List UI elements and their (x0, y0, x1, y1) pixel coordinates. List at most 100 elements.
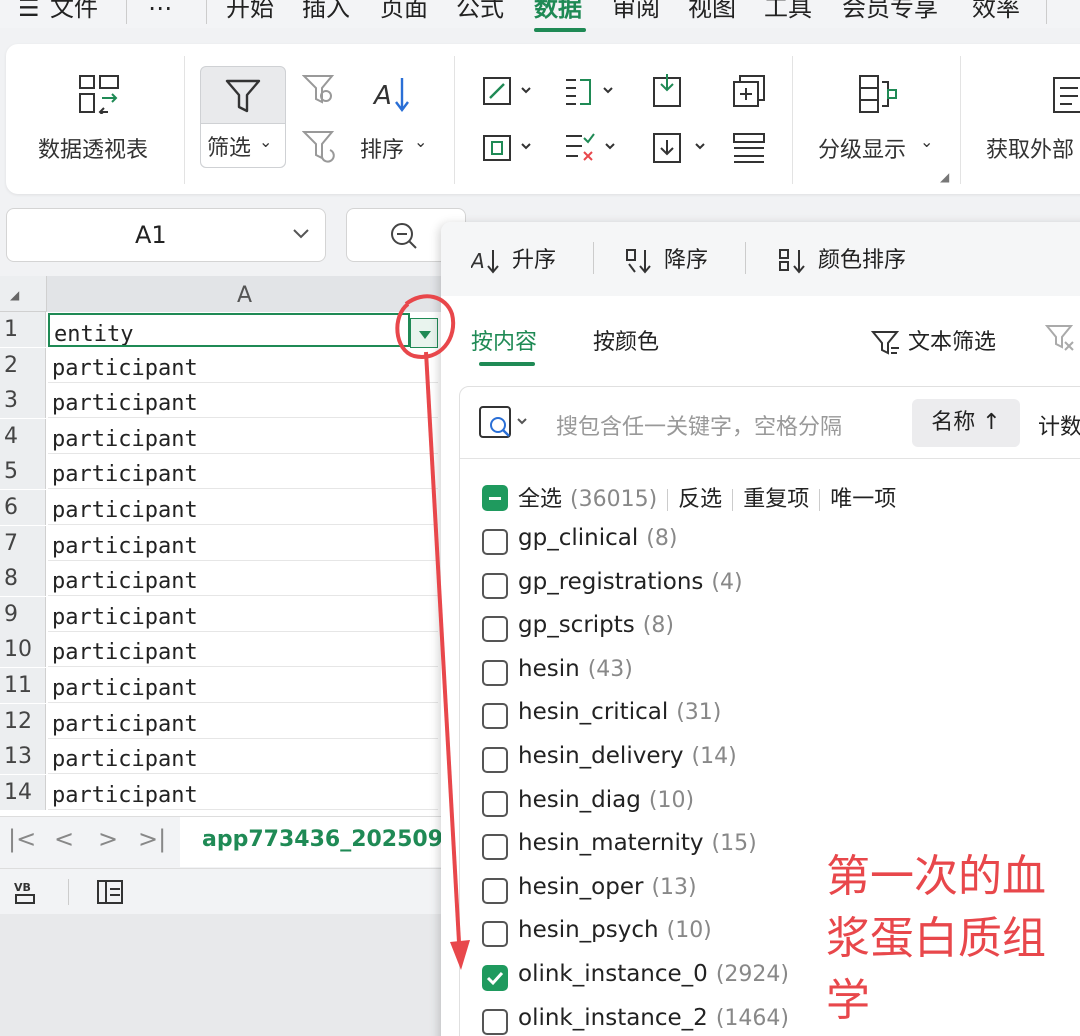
menu-page[interactable]: 页面 (380, 0, 428, 26)
name-box[interactable]: A1 (6, 208, 326, 262)
filter-value-checkbox[interactable] (482, 529, 508, 555)
search-icon[interactable] (478, 403, 534, 443)
name-sort-button[interactable]: 名称 ↑ (912, 399, 1020, 447)
filter-value-checkbox[interactable] (482, 703, 508, 730)
menu-member[interactable]: 会员专享 (842, 0, 938, 26)
grid-cell[interactable]: participant (48, 420, 438, 454)
sort-ascending-button[interactable]: A 升序 (469, 242, 556, 276)
row-number[interactable]: 12 (0, 703, 46, 739)
count-sort-button[interactable]: 计数 (1038, 409, 1080, 441)
filter-value-checkbox[interactable] (482, 572, 508, 599)
filter-value-checkbox[interactable] (482, 790, 508, 817)
form-icon[interactable] (730, 130, 770, 166)
filter-dropdown[interactable]: 筛选 ⌄ (201, 123, 285, 167)
menu-data[interactable]: 数据 (534, 0, 582, 26)
row-number[interactable]: 4 (0, 418, 46, 454)
menu-view[interactable]: 视图 (688, 0, 736, 26)
row-number[interactable]: 1 (0, 312, 46, 347)
invert-selection-link[interactable]: 反选 (678, 487, 722, 512)
grid-cell[interactable]: participant (48, 705, 438, 739)
grid-cell[interactable]: participant (48, 633, 438, 668)
grid-cell[interactable]: participant (48, 384, 438, 419)
cell-a1[interactable]: entity (48, 313, 410, 347)
row-number[interactable]: 14 (0, 774, 46, 810)
reapply-filter-icon[interactable] (302, 128, 336, 164)
macro-icon[interactable]: VB (14, 879, 44, 905)
select-all-checkbox[interactable] (482, 485, 508, 511)
sort-descending-button[interactable]: 降序 (623, 242, 708, 276)
row-number[interactable]: 5 (0, 454, 46, 490)
grid-cell[interactable]: participant (48, 455, 438, 490)
text-to-columns-icon[interactable] (562, 74, 622, 110)
expand-dialog-icon[interactable]: ◢ (940, 170, 949, 184)
grid-cell[interactable]: participant (48, 527, 438, 561)
menu-formula[interactable]: 公式 (456, 0, 504, 26)
menu-home[interactable]: 开始 (226, 0, 274, 26)
remove-duplicates-icon[interactable] (562, 130, 622, 166)
select-all-corner-icon[interactable]: ◢ (10, 288, 19, 302)
menu-more[interactable]: ⋯ (148, 0, 172, 26)
row-number[interactable]: 3 (0, 383, 46, 419)
sheet-tab[interactable]: app773436_2025090 (180, 817, 458, 867)
row-number[interactable]: 8 (0, 561, 46, 597)
grid-cell[interactable]: participant (48, 669, 438, 703)
filter-value-checkbox[interactable] (482, 834, 508, 861)
consolidate-icon[interactable] (480, 130, 540, 166)
filter-view-icon[interactable] (302, 72, 336, 108)
pivot-table-button[interactable]: 数据透视表 (38, 132, 148, 164)
clear-filter-icon[interactable] (1045, 322, 1075, 354)
grid-cell[interactable]: participant (48, 349, 438, 383)
duplicates-link[interactable]: 重复项 (743, 487, 809, 512)
row-number[interactable]: 2 (0, 347, 46, 383)
data-validation-icon[interactable] (480, 74, 540, 110)
menu-icon[interactable]: ☰ (18, 0, 40, 26)
menu-insert[interactable]: 插入 (302, 0, 350, 26)
tab-by-content[interactable]: 按内容 (471, 324, 537, 356)
filter-value-checkbox[interactable] (482, 921, 508, 948)
row-number[interactable]: 13 (0, 739, 46, 775)
row-number[interactable]: 9 (0, 596, 46, 632)
filter-value-checkbox[interactable] (482, 747, 508, 773)
autofilter-dropdown-button[interactable] (410, 318, 438, 348)
row-number[interactable]: 6 (0, 490, 46, 525)
last-sheet-icon[interactable]: >| (138, 825, 166, 853)
outline-group-button[interactable]: 分级显示 (818, 132, 906, 164)
outline-group-icon[interactable] (856, 72, 900, 116)
grid-cell[interactable]: participant (48, 740, 438, 775)
filter-value-checkbox[interactable] (482, 1008, 508, 1035)
row-number[interactable]: 11 (0, 668, 46, 703)
tab-by-color[interactable]: 按颜色 (593, 324, 659, 356)
sort-icon[interactable]: A (372, 74, 416, 116)
insert-cells-icon[interactable] (730, 72, 770, 110)
next-sheet-icon[interactable]: > (98, 825, 118, 853)
sort-by-color-button[interactable]: 颜色排序 (777, 242, 906, 276)
pivot-table-icon[interactable] (78, 74, 122, 114)
sort-button[interactable]: 排序 (360, 132, 404, 164)
search-input[interactable]: 搜包含任一关键字，空格分隔 (556, 409, 842, 441)
row-number[interactable]: 10 (0, 632, 46, 668)
external-data-icon[interactable] (1050, 74, 1080, 114)
filter-button[interactable]: 筛选 ⌄ (200, 66, 286, 168)
menu-file[interactable]: 文件 (50, 0, 98, 26)
get-external-data-button[interactable]: 获取外部 (986, 132, 1074, 164)
text-filter-button[interactable]: 文本筛选 (870, 324, 996, 358)
unique-link[interactable]: 唯一项 (830, 487, 896, 512)
row-number[interactable]: 7 (0, 525, 46, 561)
prev-sheet-icon[interactable]: < (54, 825, 74, 853)
import-data-icon[interactable] (650, 72, 686, 110)
filter-value-checkbox[interactable] (482, 877, 508, 904)
sheet-view-icon[interactable] (96, 879, 126, 905)
filter-value-checkbox[interactable] (482, 965, 508, 991)
grid-cell[interactable]: participant (48, 491, 438, 525)
menu-tools[interactable]: 工具 (764, 0, 812, 26)
column-header-a[interactable]: A (46, 276, 442, 312)
fill-icon[interactable] (650, 130, 714, 166)
menu-review[interactable]: 审阅 (612, 0, 660, 26)
first-sheet-icon[interactable]: |< (8, 825, 36, 853)
menu-efficiency[interactable]: 效率 (972, 0, 1020, 26)
grid-cell[interactable]: participant (48, 776, 438, 810)
filter-value-checkbox[interactable] (482, 659, 508, 686)
grid-cell[interactable]: participant (48, 598, 438, 632)
grid-cell[interactable]: participant (48, 562, 438, 597)
filter-value-checkbox[interactable] (482, 616, 508, 643)
